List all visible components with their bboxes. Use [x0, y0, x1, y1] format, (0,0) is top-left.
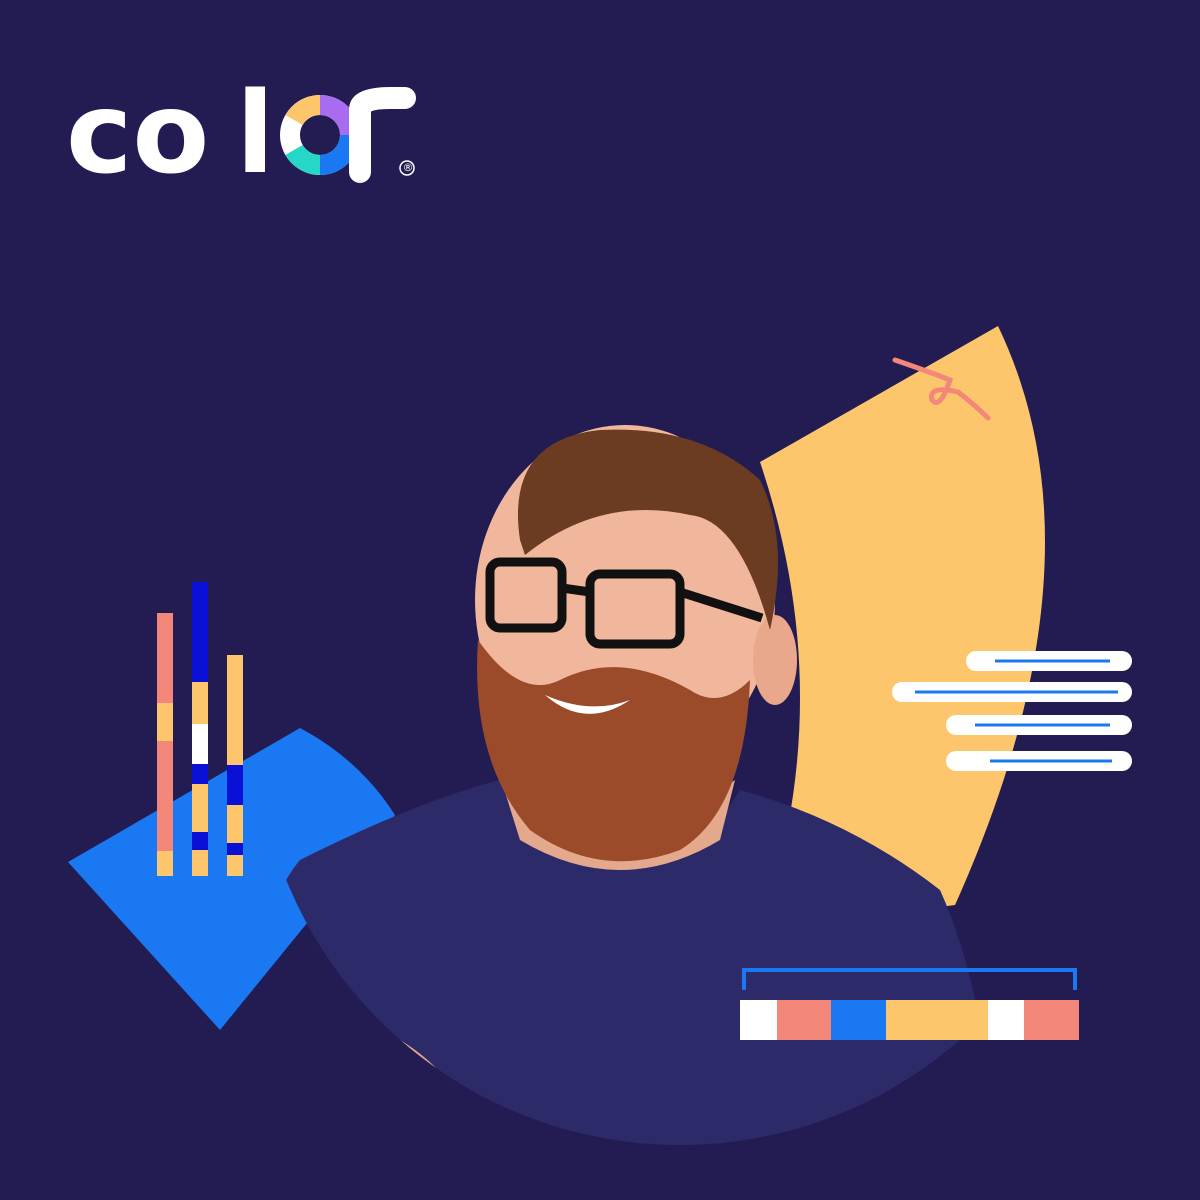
promo-canvas: co l ® — [0, 0, 1200, 1200]
registered-mark: ® — [402, 161, 414, 174]
ear — [753, 615, 797, 705]
striped-vertical-bars-icon — [157, 582, 243, 876]
brand-name: color — [66, 70, 426, 190]
